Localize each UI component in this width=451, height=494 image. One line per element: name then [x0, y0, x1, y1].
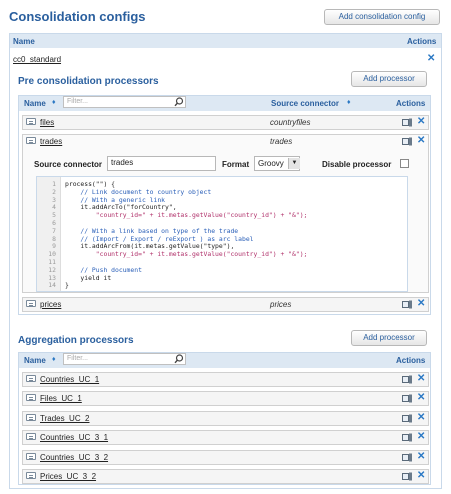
- line-number: 10: [48, 250, 56, 259]
- line-number: 13: [48, 273, 56, 282]
- sort-icon[interactable]: ♦: [52, 99, 56, 106]
- table-row[interactable]: [22, 297, 429, 312]
- line-number: 12: [48, 265, 56, 274]
- code-line: "country_id=" + it.metas.getValue("count…: [65, 211, 308, 220]
- disable-processor-checkbox[interactable]: [400, 159, 409, 168]
- line-number: 7: [52, 226, 56, 235]
- format-label: Format: [222, 160, 250, 169]
- add-aggregation-processor-button[interactable]: Add processor: [351, 330, 427, 346]
- document-icon: [26, 472, 36, 479]
- pre-consolidation-title: Pre consolidation processors: [18, 76, 159, 87]
- search-icon[interactable]: [174, 97, 184, 107]
- close-icon[interactable]: ✕: [417, 412, 425, 423]
- code-line: process("") {: [65, 180, 116, 188]
- search-icon[interactable]: [174, 354, 184, 364]
- processor-name-link[interactable]: Countries_UC_3_2: [40, 453, 108, 462]
- disable-processor-label: Disable processor: [322, 160, 392, 169]
- edit-icon[interactable]: [402, 137, 413, 146]
- source-connector-label: Source connector: [34, 160, 103, 169]
- processor-name-link[interactable]: Countries_UC_3_1: [40, 433, 108, 442]
- edit-icon[interactable]: [402, 375, 413, 384]
- line-number: 6: [52, 219, 56, 227]
- close-icon[interactable]: ✕: [427, 53, 435, 64]
- line-number: 9: [52, 242, 56, 251]
- column-name-header[interactable]: Name: [13, 37, 35, 46]
- code-line: // Push document: [65, 265, 142, 274]
- table-row[interactable]: [22, 115, 429, 130]
- pre-filter-input[interactable]: Filter...: [63, 96, 186, 108]
- agg-filter-input[interactable]: Filter...: [63, 353, 186, 365]
- agg-col-name[interactable]: Name: [24, 356, 46, 365]
- code-line: // Link document to country object: [65, 187, 212, 196]
- document-icon: [26, 118, 36, 125]
- line-number: 1: [52, 180, 56, 188]
- add-pre-processor-button[interactable]: Add processor: [351, 71, 427, 87]
- table-header: [10, 34, 441, 48]
- edit-icon[interactable]: [402, 472, 413, 481]
- close-icon[interactable]: ✕: [417, 298, 425, 309]
- page-title: Consolidation configs: [9, 9, 146, 24]
- line-number: 14: [48, 281, 56, 290]
- processor-name-link[interactable]: Trades_UC_2: [40, 414, 90, 423]
- code-line: }: [65, 281, 69, 290]
- config-name-link[interactable]: cc0_standard: [13, 55, 61, 64]
- close-icon[interactable]: ✕: [417, 116, 425, 127]
- chevron-down-icon[interactable]: ▼: [288, 158, 300, 169]
- close-icon[interactable]: ✕: [417, 392, 425, 403]
- code-line: "country_id=" + it.metas.getValue("count…: [65, 250, 308, 259]
- code-line: yield it: [65, 273, 112, 282]
- processor-name-link[interactable]: Files_UC_1: [40, 394, 82, 403]
- source-connector-input[interactable]: trades: [107, 156, 216, 171]
- close-icon[interactable]: ✕: [417, 431, 425, 442]
- edit-icon[interactable]: [402, 414, 413, 423]
- line-number: 2: [52, 187, 56, 196]
- line-number: 5: [52, 211, 56, 220]
- table-row[interactable]: [22, 391, 429, 406]
- line-number: 3: [52, 195, 56, 204]
- add-consolidation-config-button[interactable]: Add consolidation config: [324, 9, 440, 25]
- document-icon: [26, 300, 36, 307]
- document-icon: [26, 375, 36, 382]
- code-line: it.addArcTo("forCountry",: [65, 203, 177, 212]
- format-select-value: Groovy: [258, 159, 284, 168]
- source-connector-value: countryfiles: [270, 118, 311, 127]
- code-line: // With a generic link: [65, 195, 166, 204]
- format-select[interactable]: Groovy ▼: [254, 156, 300, 171]
- pre-col-actions: Actions: [396, 99, 426, 108]
- code-line: it.addArcFrom(it.metas.getValue("type"),: [65, 242, 235, 251]
- document-icon: [26, 414, 36, 421]
- close-icon[interactable]: ✕: [417, 373, 425, 384]
- source-connector-value: trades: [270, 137, 293, 146]
- processor-name-link[interactable]: trades: [40, 137, 62, 146]
- column-actions-header: Actions: [407, 37, 437, 46]
- processor-name-link[interactable]: prices: [40, 300, 61, 309]
- processor-name-link[interactable]: Countries_UC_1: [40, 375, 99, 384]
- line-number: 4: [52, 203, 56, 212]
- code-line: // (Import / Export / reExport ) as arc …: [65, 234, 254, 243]
- sort-icon[interactable]: ♦: [347, 99, 351, 106]
- close-icon[interactable]: ✕: [417, 451, 425, 462]
- processor-name-link[interactable]: Prices_UC_3_2: [40, 472, 96, 481]
- line-number: 11: [48, 258, 56, 266]
- document-icon: [26, 137, 36, 144]
- edit-icon[interactable]: [402, 394, 413, 403]
- sort-icon[interactable]: ♦: [52, 356, 56, 363]
- close-icon[interactable]: ✕: [417, 470, 425, 481]
- aggregation-title: Aggregation processors: [18, 335, 134, 346]
- document-icon: [26, 394, 36, 401]
- close-icon[interactable]: ✕: [417, 135, 425, 146]
- document-icon: [26, 453, 36, 460]
- edit-icon[interactable]: [402, 433, 413, 442]
- pre-col-source[interactable]: Source connector: [271, 99, 339, 108]
- pre-col-name[interactable]: Name: [24, 99, 46, 108]
- line-number: 8: [52, 234, 56, 243]
- agg-col-actions: Actions: [396, 356, 426, 365]
- processor-name-link[interactable]: files: [40, 118, 54, 127]
- edit-icon[interactable]: [402, 300, 413, 309]
- source-connector-value: prices: [270, 300, 292, 309]
- edit-icon[interactable]: [402, 453, 413, 462]
- code-line: // With a link based on type of the trad…: [65, 226, 239, 235]
- document-icon: [26, 433, 36, 440]
- edit-icon[interactable]: [402, 118, 413, 127]
